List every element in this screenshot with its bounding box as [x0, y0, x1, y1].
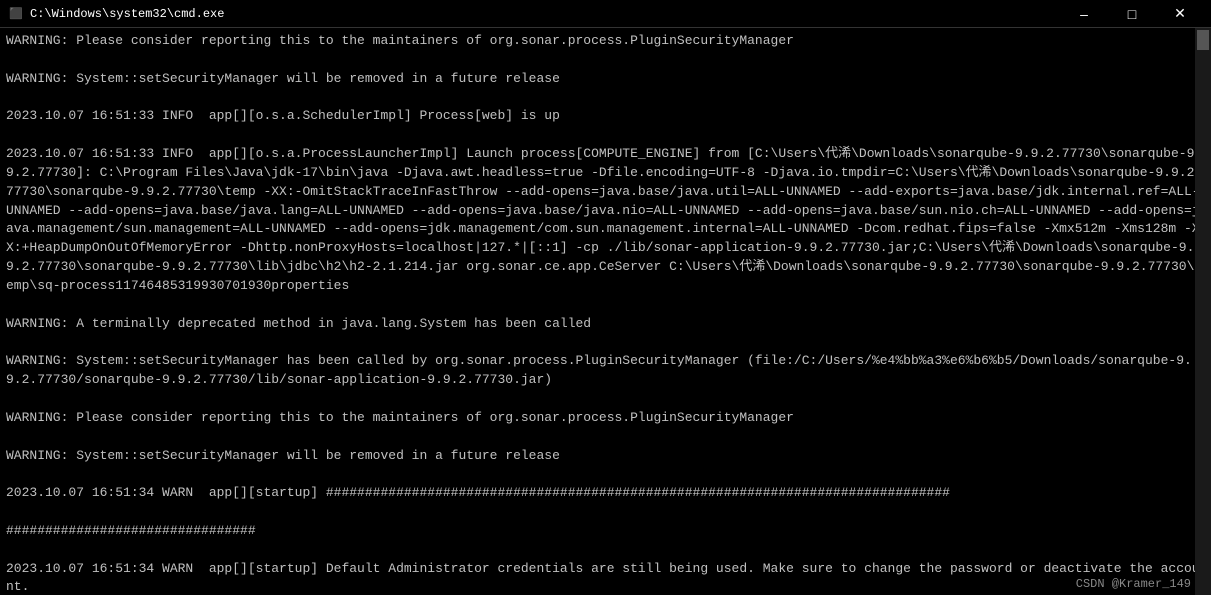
terminal-line: WARNING: System::setSecurityManager will…: [6, 447, 1205, 466]
terminal-line: 2023.10.07 16:51:34 WARN app[][startup] …: [6, 560, 1205, 595]
close-button[interactable]: ✕: [1157, 3, 1203, 25]
terminal-line: 2023.10.07 16:51:33 INFO app[][o.s.a.Sch…: [6, 107, 1205, 126]
title-bar: ⬛ C:\Windows\system32\cmd.exe – □ ✕: [0, 0, 1211, 28]
terminal-line: ################################: [6, 522, 1205, 541]
scrollbar[interactable]: [1195, 28, 1211, 595]
title-bar-controls: – □ ✕: [1061, 3, 1203, 25]
terminal-body: WARNING: Please consider reporting this …: [0, 28, 1211, 595]
terminal-line: WARNING: Please consider reporting this …: [6, 32, 1205, 51]
terminal-line: WARNING: System::setSecurityManager will…: [6, 70, 1205, 89]
cmd-icon: ⬛: [8, 6, 24, 22]
title-bar-left: ⬛ C:\Windows\system32\cmd.exe: [8, 6, 224, 22]
terminal-line: WARNING: Please consider reporting this …: [6, 409, 1205, 428]
watermark: CSDN @Kramer_149: [1076, 577, 1191, 591]
terminal-line: WARNING: A terminally deprecated method …: [6, 315, 1205, 334]
window-title: C:\Windows\system32\cmd.exe: [30, 7, 224, 21]
terminal-line: WARNING: System::setSecurityManager has …: [6, 352, 1205, 390]
terminal-output: WARNING: Please consider reporting this …: [6, 32, 1205, 595]
maximize-button[interactable]: □: [1109, 3, 1155, 25]
terminal-line: 2023.10.07 16:51:34 WARN app[][startup] …: [6, 484, 1205, 503]
scrollbar-thumb[interactable]: [1197, 30, 1209, 50]
minimize-button[interactable]: –: [1061, 3, 1107, 25]
terminal-line: 2023.10.07 16:51:33 INFO app[][o.s.a.Pro…: [6, 145, 1205, 296]
